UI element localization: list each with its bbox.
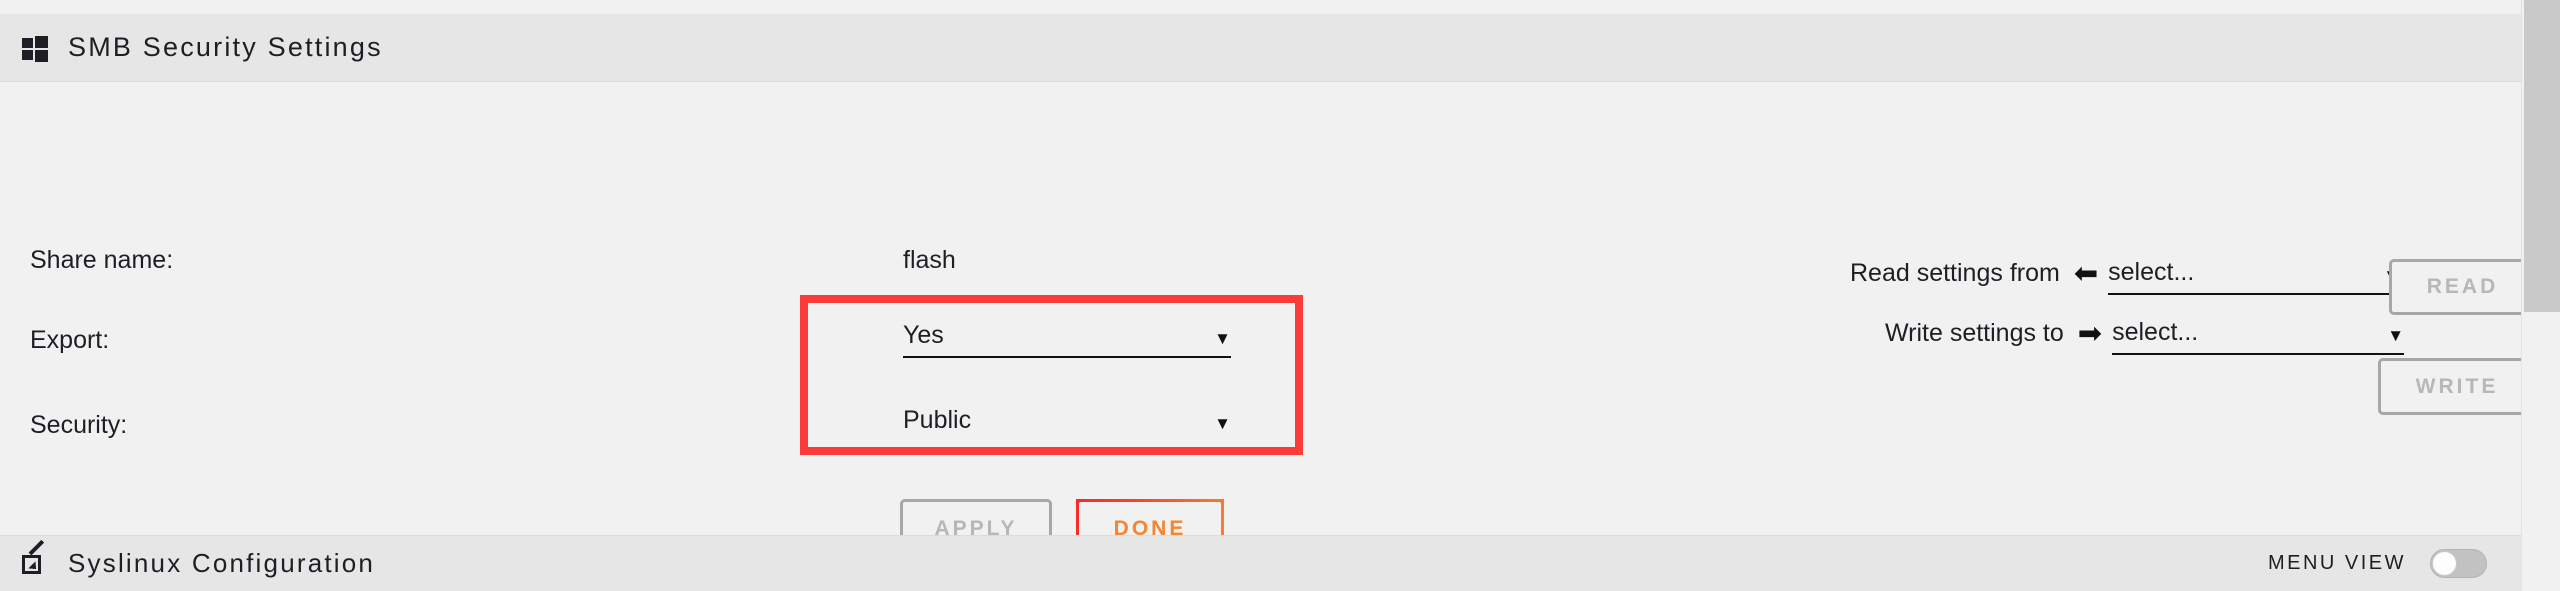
arrow-left-icon: ⬅	[2073, 256, 2099, 290]
smb-section-header[interactable]: SMB Security Settings	[0, 14, 2521, 82]
write-target-value: select...	[2112, 318, 2199, 346]
menu-view-control: MENU VIEW	[2268, 549, 2487, 578]
export-select-value: Yes	[903, 321, 944, 349]
read-settings-label: Read settings from	[1850, 259, 2060, 287]
chevron-down-icon: ▼	[1214, 414, 1231, 433]
chevron-down-icon: ▼	[2387, 326, 2405, 345]
page-title: SMB Security Settings	[68, 32, 383, 62]
smb-settings-panel: Share name: flash Export: Security: Yes …	[0, 83, 2536, 559]
menu-view-toggle[interactable]	[2430, 549, 2487, 578]
read-settings-row: Read settings from ⬅ select... ▼	[1850, 259, 2418, 295]
share-name-label: Share name:	[30, 246, 174, 274]
top-spacer	[0, 0, 2521, 14]
security-select-value: Public	[903, 406, 972, 434]
toggle-knob	[2432, 551, 2457, 576]
vertical-scrollbar[interactable]	[2521, 0, 2560, 591]
syslinux-section-header[interactable]: Syslinux Configuration MENU VIEW	[0, 535, 2521, 591]
export-label: Export:	[30, 326, 110, 354]
syslinux-title: Syslinux Configuration	[68, 548, 376, 578]
scrollbar-thumb[interactable]	[2524, 0, 2560, 312]
read-source-select[interactable]: select... ▼	[2108, 258, 2401, 295]
write-button[interactable]: WRITE	[2378, 358, 2536, 415]
windows-logo-icon	[22, 35, 48, 62]
arrow-right-icon: ➡	[2077, 316, 2103, 350]
menu-view-label: MENU VIEW	[2267, 552, 2406, 574]
write-target-select[interactable]: select... ▼	[2112, 318, 2405, 355]
edit-pencil-square-icon	[22, 539, 48, 577]
write-settings-row: Write settings to ➡ select... ▼	[1885, 319, 2422, 355]
share-name-value: flash	[903, 246, 956, 274]
write-settings-label: Write settings to	[1885, 319, 2064, 347]
security-label: Security:	[30, 411, 128, 439]
chevron-down-icon: ▼	[1214, 329, 1231, 348]
read-source-value: select...	[2108, 258, 2195, 286]
export-select[interactable]: Yes ▼	[903, 323, 1231, 358]
read-button[interactable]: READ	[2389, 259, 2536, 315]
security-select[interactable]: Public ▼	[903, 408, 1231, 443]
